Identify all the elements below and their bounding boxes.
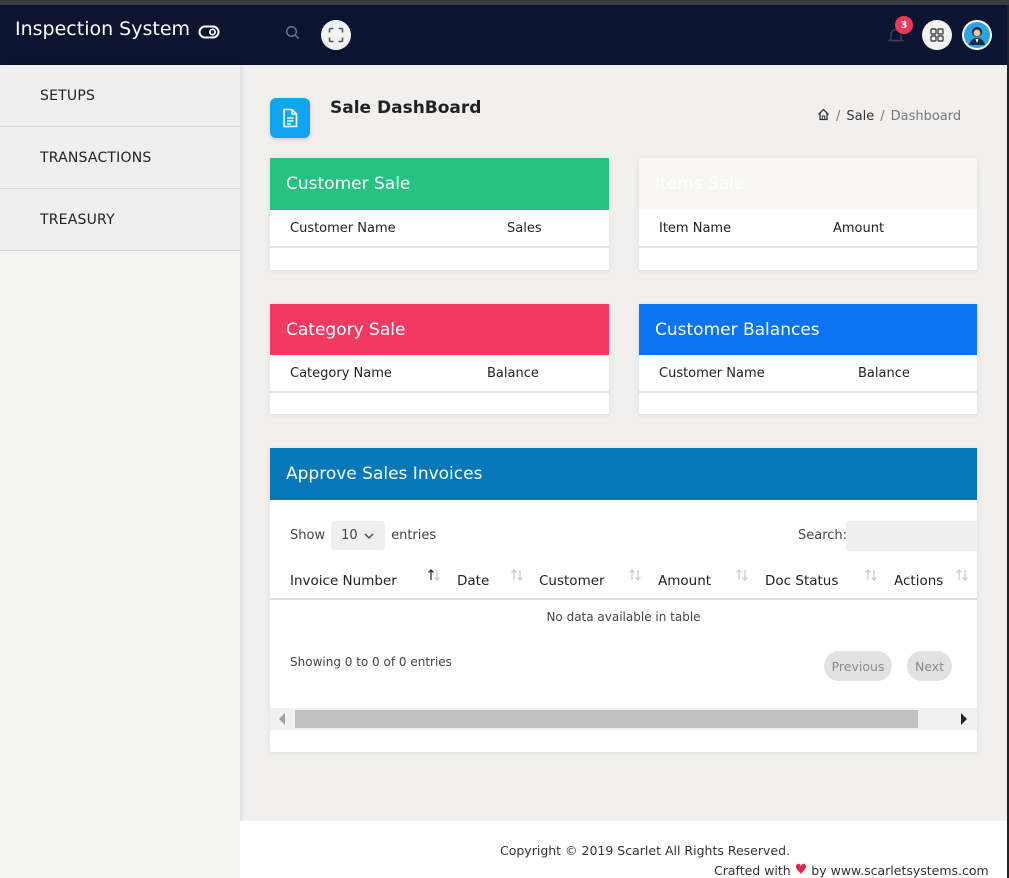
next-page-button[interactable]: Next [907, 651, 952, 681]
table-info: Showing 0 to 0 of 0 entries [290, 655, 452, 669]
sort-icon [735, 568, 749, 586]
page-title: Sale DashBoard [330, 98, 482, 118]
entries-label: entries [391, 528, 437, 543]
sort-asc-icon [427, 568, 441, 586]
card-header-row: Customer Name Sales [270, 210, 609, 248]
document-icon [283, 108, 298, 128]
page-length-value: 10 [341, 528, 358, 543]
horizontal-scrollbar[interactable] [270, 708, 977, 730]
th-customer[interactable]: Customer [539, 573, 605, 589]
col-sales: Sales [507, 220, 542, 236]
card-header-row: Customer Name Balance [639, 355, 977, 393]
customer-sale-card: Customer Sale Customer Name Sales [270, 158, 609, 270]
fullscreen-button[interactable] [321, 20, 351, 50]
breadcrumb: / Sale / Dashboard [817, 108, 961, 125]
crafted-with: Crafted with ♥ by www.scarletsystems.com [714, 862, 989, 878]
card-title: Approve Sales Invoices [270, 448, 977, 500]
app-title: Inspection System [15, 18, 191, 40]
col-balance: Balance [487, 365, 539, 381]
crafted-prefix: Crafted with [714, 862, 791, 878]
sidebar: SETUPS TRANSACTIONS TREASURY [0, 65, 240, 878]
sidebar-toggle-icon[interactable] [198, 24, 220, 44]
sort-icon [628, 568, 642, 586]
th-date[interactable]: Date [457, 573, 489, 589]
th-invoice-number[interactable]: Invoice Number [290, 573, 397, 589]
category-sale-card: Category Sale Category Name Balance [270, 304, 609, 414]
breadcrumb-sale[interactable]: Sale [846, 109, 874, 124]
search-icon[interactable] [285, 25, 300, 44]
card-header-row: Item Name Amount [639, 210, 977, 248]
card-title: Customer Sale [270, 158, 609, 210]
card-title: Category Sale [270, 304, 609, 355]
sidebar-item-setups[interactable]: SETUPS [0, 65, 240, 127]
footer: Copyright © 2019 Scarlet All Rights Rese… [240, 821, 1007, 878]
col-balance: Balance [858, 365, 910, 381]
sidebar-item-transactions[interactable]: TRANSACTIONS [0, 127, 240, 189]
th-amount[interactable]: Amount [658, 573, 711, 589]
chevron-down-icon [364, 533, 374, 539]
th-actions[interactable]: Actions [894, 573, 943, 589]
scroll-right-arrow-icon[interactable] [961, 713, 967, 725]
card-header-row: Category Name Balance [270, 355, 609, 393]
col-amount: Amount [833, 220, 885, 236]
user-avatar[interactable] [962, 20, 992, 50]
page-length-select[interactable]: 10 [331, 521, 386, 550]
apps-button[interactable] [922, 20, 952, 50]
home-icon[interactable] [817, 108, 830, 125]
heart-icon: ♥ [794, 862, 808, 878]
copyright-text: Copyright © 2019 Scarlet All Rights Rese… [500, 843, 790, 858]
scroll-left-arrow-icon[interactable] [279, 713, 285, 725]
approve-sales-invoices-card: Approve Sales Invoices Show 10 entries S… [270, 448, 977, 752]
top-navbar: Inspection System 3 [0, 5, 1007, 65]
col-category-name: Category Name [290, 365, 392, 381]
notification-badge: 3 [895, 16, 913, 34]
scrollbar-thumb[interactable] [295, 710, 918, 728]
table-header-row: Invoice Number Date Customer Amount Doc … [270, 564, 977, 600]
card-title: Items Sale [639, 158, 977, 210]
col-customer-name: Customer Name [290, 220, 396, 236]
col-item-name: Item Name [659, 220, 732, 236]
show-label: Show [290, 528, 326, 543]
breadcrumb-separator: / [836, 109, 841, 124]
customer-balances-card: Customer Balances Customer Name Balance [639, 304, 977, 414]
empty-table-message: No data available in table [546, 610, 701, 624]
items-sale-card: Items Sale Item Name Amount [639, 158, 977, 270]
search-label: Search: [798, 528, 848, 543]
th-doc-status[interactable]: Doc Status [765, 573, 838, 589]
sort-icon [955, 568, 969, 586]
sidebar-item-treasury[interactable]: TREASURY [0, 189, 240, 251]
previous-page-button[interactable]: Previous [824, 651, 892, 681]
grid-icon [930, 28, 944, 42]
col-customer-name: Customer Name [659, 365, 765, 381]
breadcrumb-separator: / [880, 109, 885, 124]
expand-icon [328, 27, 344, 43]
crafted-suffix[interactable]: by www.scarletsystems.com [811, 863, 988, 878]
page-length-control: Show 10 entries [290, 521, 436, 550]
card-title: Customer Balances [639, 304, 977, 355]
table-search-input[interactable] [846, 521, 977, 551]
sort-icon [864, 568, 878, 586]
sort-icon [510, 568, 524, 586]
breadcrumb-current: Dashboard [890, 109, 962, 124]
page-icon [270, 98, 310, 138]
user-avatar-icon [964, 22, 990, 48]
